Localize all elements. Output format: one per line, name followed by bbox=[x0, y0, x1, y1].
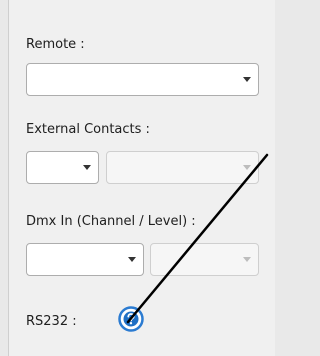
remote-dropdown[interactable] bbox=[26, 63, 259, 96]
chevron-down-icon bbox=[243, 77, 251, 82]
question-help-icon[interactable] bbox=[118, 306, 144, 332]
rs232-label: RS232 : bbox=[26, 314, 77, 329]
chevron-down-icon bbox=[243, 165, 251, 170]
external-contacts-first-dropdown[interactable] bbox=[26, 151, 99, 184]
external-contacts-label: External Contacts : bbox=[26, 122, 150, 137]
dmx-level-dropdown[interactable] bbox=[150, 243, 259, 276]
remote-label: Remote : bbox=[26, 37, 85, 52]
chevron-down-icon bbox=[243, 257, 251, 262]
dmx-in-label: Dmx In (Channel / Level) : bbox=[26, 214, 196, 229]
chevron-down-icon bbox=[83, 165, 91, 170]
chevron-down-icon bbox=[128, 257, 136, 262]
settings-panel: Remote : External Contacts : Dmx In (Cha… bbox=[8, 0, 275, 356]
external-contacts-second-dropdown[interactable] bbox=[106, 151, 259, 184]
dmx-channel-dropdown[interactable] bbox=[26, 243, 144, 276]
